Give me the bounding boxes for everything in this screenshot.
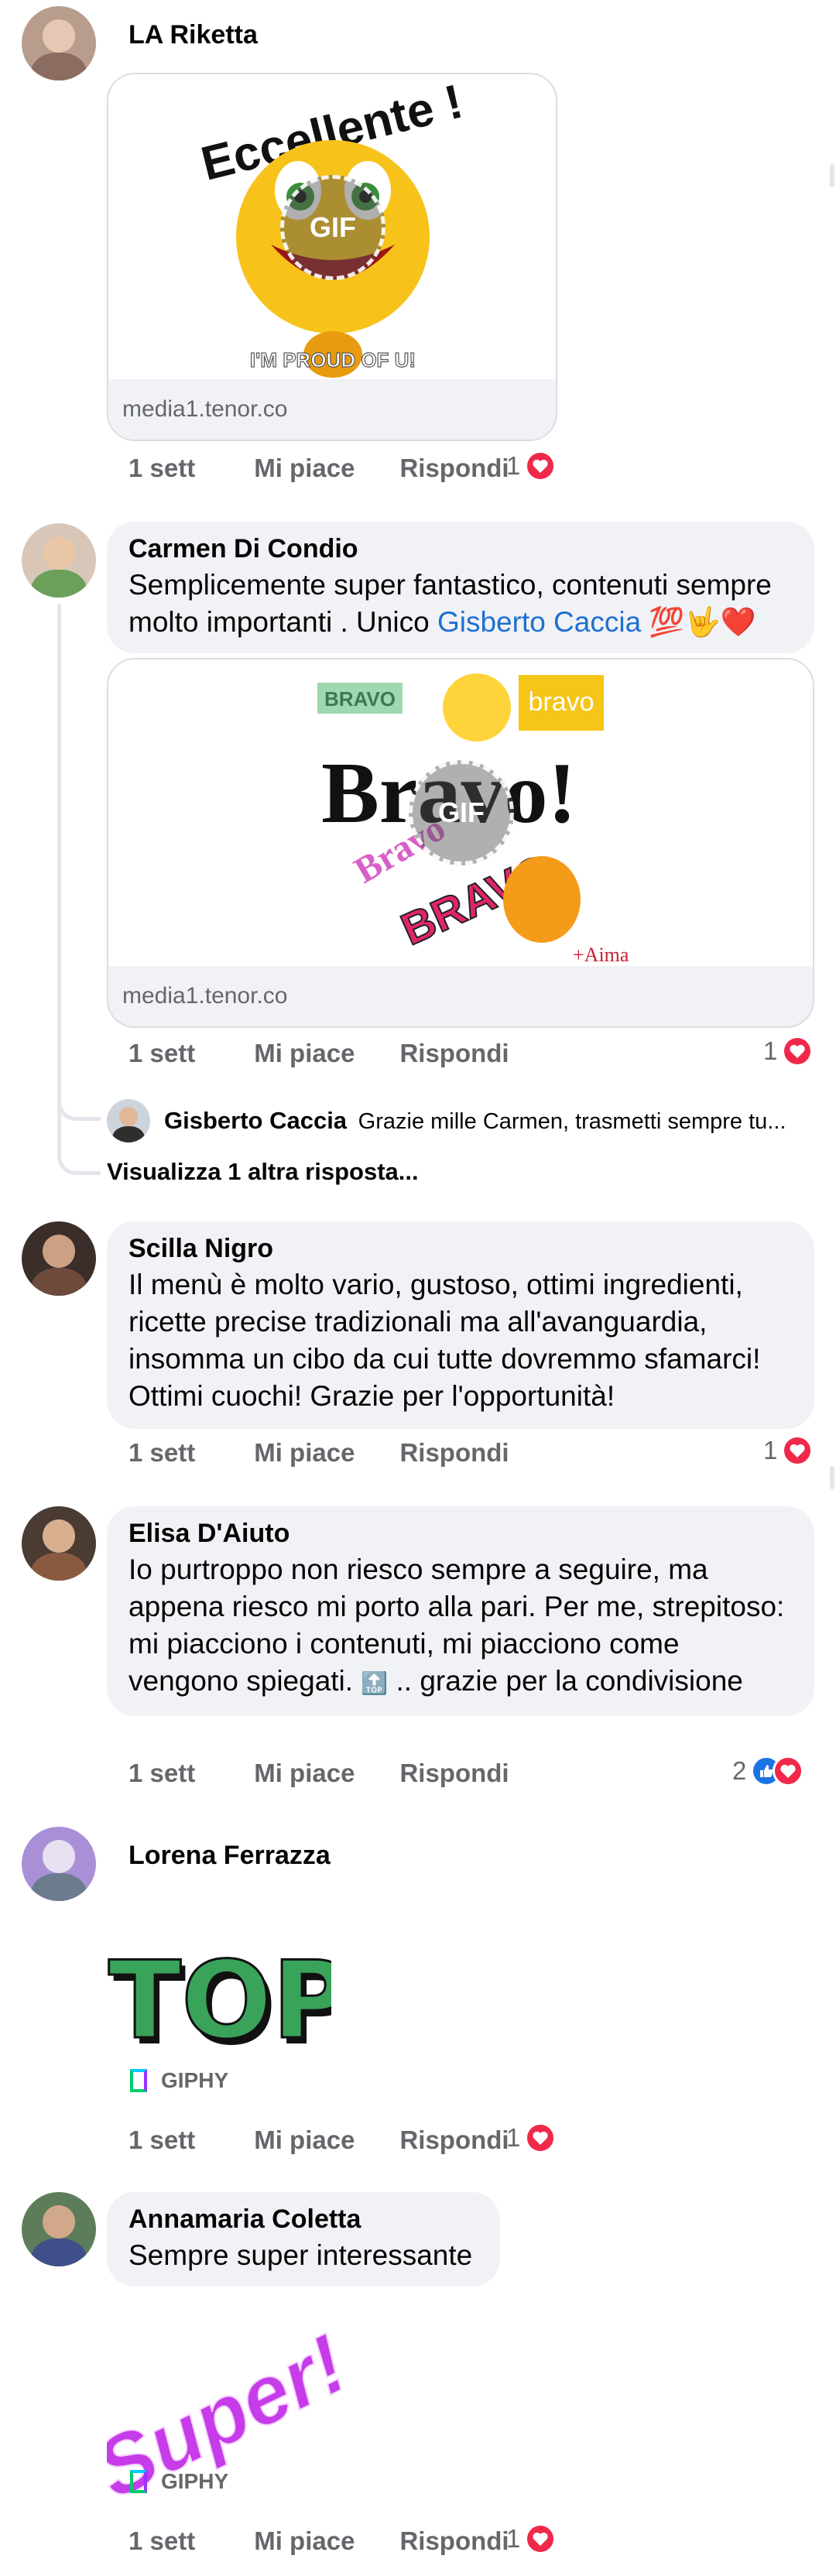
like-button[interactable]: Mi piace xyxy=(254,1759,355,1788)
reply-button[interactable]: Rispondi xyxy=(399,1759,509,1788)
comment-actions: 1 sett Mi piace Rispondi xyxy=(128,2126,509,2155)
reaction-count: 1 xyxy=(763,1036,778,1065)
scrollbar-thumb[interactable] xyxy=(830,164,834,187)
love-icon xyxy=(525,450,557,481)
view-more-replies[interactable]: Visualizza 1 altra risposta... xyxy=(107,1158,419,1186)
like-button[interactable]: Mi piace xyxy=(254,2526,355,2556)
giphy-label: GIPHY xyxy=(161,2068,229,2092)
comment-actions: 1 sett Mi piace Rispondi xyxy=(128,1039,509,1068)
comment-time[interactable]: 1 sett xyxy=(128,1759,195,1788)
like-button[interactable]: Mi piace xyxy=(254,454,355,483)
reaction-summary[interactable]: 1 xyxy=(763,1435,814,1466)
reaction-summary[interactable]: 2 xyxy=(732,1756,804,1786)
comment-author[interactable]: Lorena Ferrazza xyxy=(128,1841,331,1871)
comment-author[interactable]: Scilla Nigro xyxy=(128,1231,793,1266)
link-source[interactable]: media1.tenor.co xyxy=(108,379,556,440)
giphy-attribution[interactable]: GIPHY xyxy=(130,2068,228,2093)
gif-caption-bottom: I'M PROUD OF U! xyxy=(250,348,416,372)
gif-sign: +Aima xyxy=(573,944,629,966)
comment-time[interactable]: 1 sett xyxy=(128,454,195,483)
reply-button[interactable]: Rispondi xyxy=(399,1438,509,1468)
reaction-count: 1 xyxy=(763,1436,778,1464)
avatar-scilla-nigro[interactable] xyxy=(22,1221,96,1296)
more-replies-connector xyxy=(57,1144,101,1175)
reply-button[interactable]: Rispondi xyxy=(399,2526,509,2556)
comment-time[interactable]: 1 sett xyxy=(128,1039,195,1068)
top-sticker[interactable]: TOP TOP xyxy=(107,1943,332,2059)
love-icon xyxy=(773,1756,804,1786)
avatar-la-riketta[interactable] xyxy=(22,6,96,80)
love-icon xyxy=(525,2122,557,2153)
comment-author[interactable]: Annamaria Coletta xyxy=(128,2201,478,2237)
reaction-summary[interactable]: 1 xyxy=(506,450,557,481)
comment-emoji: 💯🤟❤️ xyxy=(641,606,756,638)
reaction-count: 1 xyxy=(506,2524,521,2553)
like-button[interactable]: Mi piace xyxy=(254,2126,355,2155)
comment-actions: 1 sett Mi piace Rispondi xyxy=(128,454,509,483)
comment-actions: 1 sett Mi piace Rispondi xyxy=(128,1759,509,1788)
gif-attachment[interactable]: Eccellente ! I'M PROUD OF U! GIF media1.… xyxy=(107,73,557,441)
giphy-icon xyxy=(130,2069,147,2092)
avatar-annamaria-coletta[interactable] xyxy=(22,2192,96,2266)
reaction-count: 1 xyxy=(506,451,521,480)
reply-button[interactable]: Rispondi xyxy=(399,2126,509,2155)
giphy-attribution[interactable]: GIPHY xyxy=(130,2469,228,2494)
gif-attachment[interactable]: BRAVO bravo Bravo! Bravo BRAVO +Aima GIF… xyxy=(107,658,814,1028)
reaction-count: 2 xyxy=(732,1756,747,1785)
comment-time[interactable]: 1 sett xyxy=(128,2526,195,2556)
mention-link[interactable]: Gisberto Caccia xyxy=(437,606,641,638)
comment-bubble: Elisa D'Aiuto Io purtroppo non riesco se… xyxy=(107,1506,814,1716)
scrollbar-thumb[interactable] xyxy=(830,1466,834,1489)
love-icon xyxy=(782,1435,814,1466)
reaction-summary[interactable]: 1 xyxy=(506,2523,557,2554)
comment-text: Il menù è molto vario, gustoso, ottimi i… xyxy=(128,1269,761,1412)
comment-author[interactable]: Elisa D'Aiuto xyxy=(128,1516,793,1551)
comment-author[interactable]: Carmen Di Condio xyxy=(128,531,793,567)
avatar-carmen-di-condio[interactable] xyxy=(22,523,96,598)
comment-text-part: .. grazie per la condivisione xyxy=(388,1665,743,1697)
gif-tag-1: BRAVO xyxy=(324,687,396,711)
avatar-gisberto-caccia[interactable] xyxy=(107,1099,150,1142)
comment-author[interactable]: LA Riketta xyxy=(128,20,258,50)
giphy-label: GIPHY xyxy=(161,2469,229,2493)
reply-text: Grazie mille Carmen, trasmetti sempre tu… xyxy=(358,1109,786,1134)
comment-bubble: Scilla Nigro Il menù è molto vario, gust… xyxy=(107,1221,814,1429)
gif-badge[interactable]: GIF xyxy=(280,175,385,280)
reply-preview[interactable]: Gisberto Caccia Grazie mille Carmen, tra… xyxy=(164,1107,814,1135)
reply-button[interactable]: Rispondi xyxy=(399,1039,509,1068)
gif-badge[interactable]: GIF xyxy=(409,760,514,865)
avatar-elisa-daiuto[interactable] xyxy=(22,1506,96,1581)
comment-time[interactable]: 1 sett xyxy=(128,2126,195,2155)
reply-thread-line xyxy=(57,604,61,1146)
reaction-summary[interactable]: 1 xyxy=(506,2122,557,2153)
sticker-text: TOP xyxy=(108,1943,331,2059)
comment-bubble: Carmen Di Condio Semplicemente super fan… xyxy=(107,522,814,653)
comment-time[interactable]: 1 sett xyxy=(128,1438,195,1468)
comment-actions: 1 sett Mi piace Rispondi xyxy=(128,2526,509,2556)
comment-text: Semplicemente super fantastico, contenut… xyxy=(128,567,793,641)
avatar-lorena-ferrazza[interactable] xyxy=(22,1827,96,1901)
love-icon xyxy=(525,2523,557,2554)
link-source[interactable]: media1.tenor.co xyxy=(108,966,813,1026)
giphy-icon xyxy=(130,2470,147,2493)
reaction-count: 1 xyxy=(506,2123,521,2152)
reaction-summary[interactable]: 1 xyxy=(763,1036,814,1067)
reply-author[interactable]: Gisberto Caccia xyxy=(164,1107,347,1134)
reply-button[interactable]: Rispondi xyxy=(399,454,509,483)
love-icon xyxy=(782,1036,814,1067)
like-button[interactable]: Mi piace xyxy=(254,1438,355,1468)
comment-bubble: Annamaria Coletta Sempre super interessa… xyxy=(107,2192,500,2287)
reply-thread-connector xyxy=(57,1090,101,1121)
comment-text: Sempre super interessante xyxy=(128,2239,473,2271)
comment-actions: 1 sett Mi piace Rispondi xyxy=(128,1438,509,1468)
comment-text: Io purtroppo non riesco sempre a seguire… xyxy=(128,1551,793,1702)
like-button[interactable]: Mi piace xyxy=(254,1039,355,1068)
top-emoji: 🔝 xyxy=(361,1671,389,1695)
gif-tag-2: bravo xyxy=(528,687,594,717)
